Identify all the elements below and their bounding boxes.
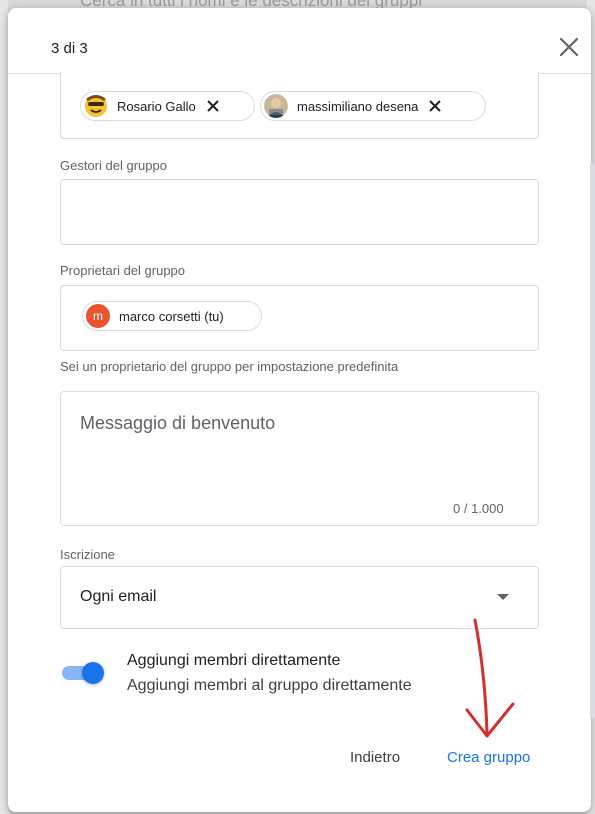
- direct-add-subtitle: Aggiungi membri al gruppo direttamente: [127, 677, 412, 694]
- direct-add-title: Aggiungi membri direttamente: [127, 652, 341, 669]
- avatar-initial: m: [93, 309, 103, 323]
- step-indicator: 3 di 3: [51, 40, 88, 57]
- managers-field[interactable]: [60, 179, 539, 245]
- remove-member-icon[interactable]: [206, 99, 220, 113]
- owner-chip[interactable]: m marco corsetti (tu): [82, 301, 262, 331]
- character-counter: 0 / 1.000: [453, 501, 504, 516]
- back-button[interactable]: Indietro: [350, 749, 400, 766]
- subscription-value: Ogni email: [80, 588, 157, 605]
- managers-label: Gestori del gruppo: [60, 158, 167, 173]
- member-chip-name: massimiliano desena: [297, 98, 419, 114]
- annotation-arrow-icon: [465, 618, 515, 738]
- member-chip-name: Rosario Gallo: [117, 98, 196, 114]
- avatar-emoji-icon: [84, 94, 108, 118]
- owner-chip-name: marco corsetti (tu): [119, 308, 224, 324]
- close-icon[interactable]: [556, 34, 582, 60]
- toggle-knob[interactable]: [82, 662, 104, 684]
- owners-label: Proprietari del gruppo: [60, 263, 186, 278]
- avatar-photo-icon: [264, 94, 288, 118]
- scrollbar[interactable]: [590, 163, 595, 718]
- owners-helper-text: Sei un proprietario del gruppo per impos…: [60, 359, 399, 374]
- welcome-message-placeholder: Messaggio di benvenuto: [80, 413, 276, 433]
- avatar: m: [86, 304, 110, 328]
- background-page: [0, 0, 8, 814]
- remove-member-icon[interactable]: [428, 99, 442, 113]
- member-chip[interactable]: massimiliano desena: [260, 91, 486, 121]
- chevron-down-icon: [497, 594, 509, 600]
- subscription-label: Iscrizione: [60, 547, 115, 562]
- member-chip[interactable]: Rosario Gallo: [80, 91, 255, 121]
